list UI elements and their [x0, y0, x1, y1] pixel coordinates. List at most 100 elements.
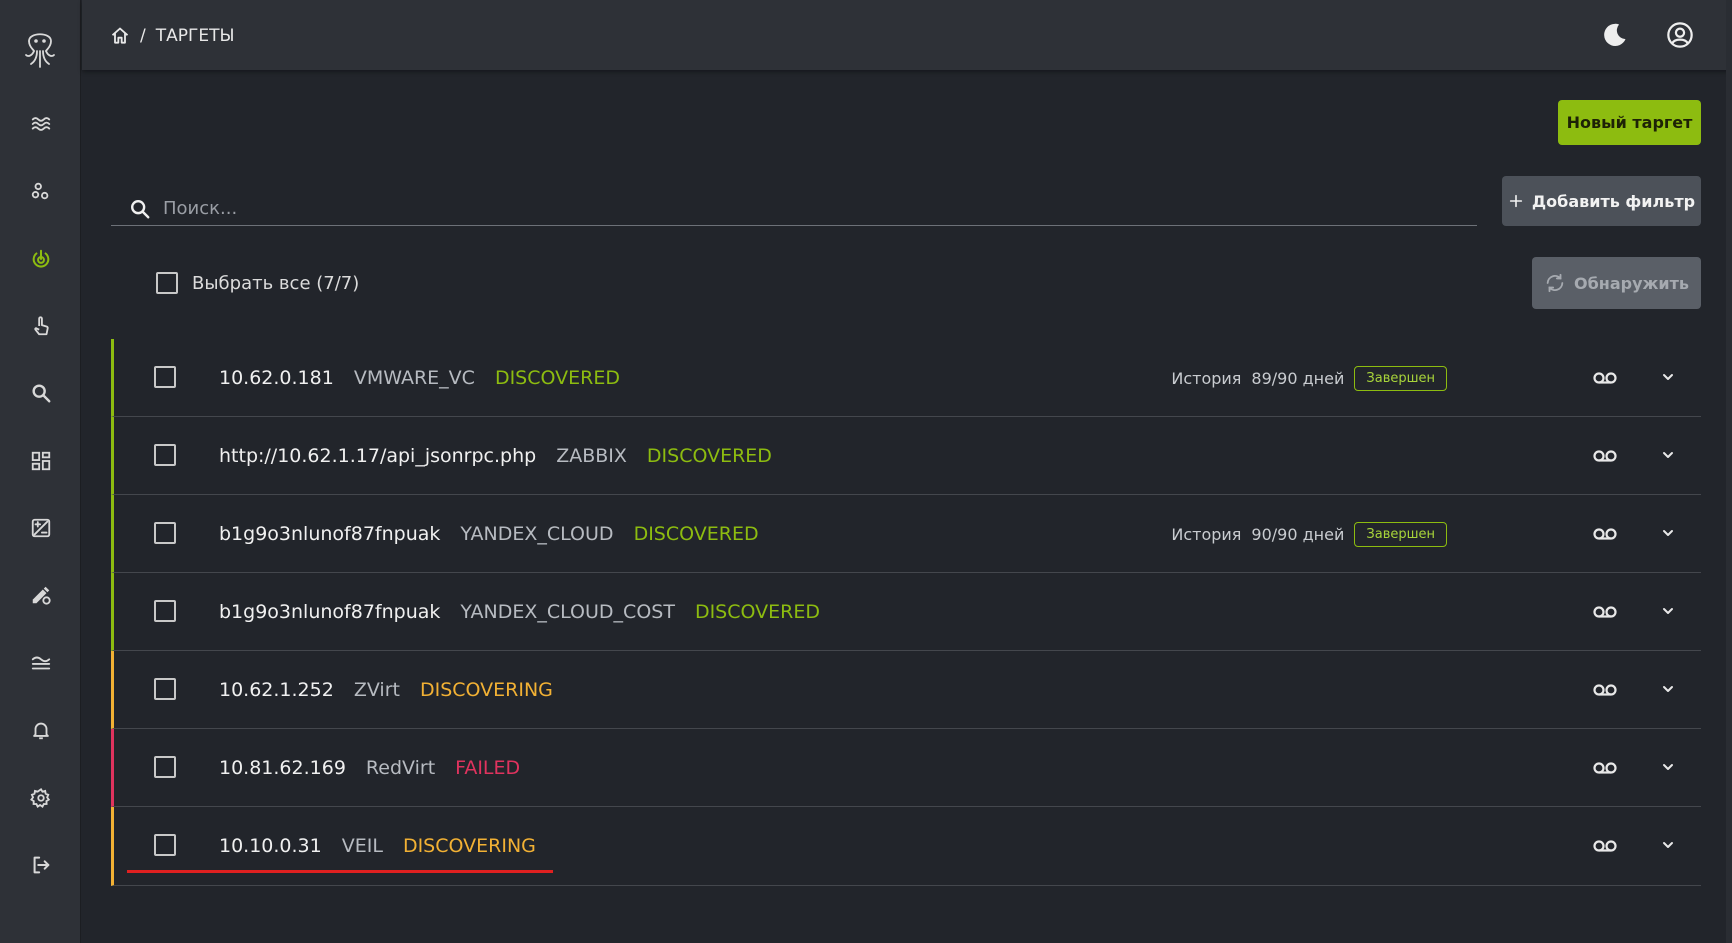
plus-icon [1509, 194, 1523, 208]
target-row[interactable]: 10.10.0.31 VEIL DISCOVERING [111, 807, 1701, 886]
target-checkbox[interactable] [154, 834, 176, 856]
page-title: ТАРГЕТЫ [155, 26, 235, 46]
new-target-button[interactable]: Новый таргет [1558, 100, 1701, 145]
breadcrumb-separator: / [140, 26, 146, 46]
target-info: b1g9o3nlunof87fnpuak YANDEX_CLOUD DISCOV… [219, 495, 759, 573]
search-nav-icon[interactable] [28, 380, 54, 406]
history-label: История [1171, 368, 1242, 388]
dashboard-icon[interactable] [28, 448, 54, 474]
target-checkbox[interactable] [154, 678, 176, 700]
new-target-label: Новый таргет [1566, 113, 1693, 132]
voicemail-icon[interactable] [1591, 443, 1619, 469]
target-name: b1g9o3nlunof87fnpuak [219, 523, 441, 545]
select-all-label: Выбрать все (7/7) [192, 272, 360, 294]
add-filter-button[interactable]: Добавить фильтр [1502, 176, 1701, 226]
target-row[interactable]: b1g9o3nlunof87fnpuak YANDEX_CLOUD_COST D… [111, 573, 1701, 651]
voicemail-icon[interactable] [1591, 599, 1619, 625]
target-checkbox[interactable] [154, 756, 176, 778]
select-all[interactable]: Выбрать все (7/7) [156, 270, 359, 296]
octopus-logo-icon[interactable] [22, 26, 58, 70]
chevron-down-icon[interactable] [1659, 445, 1677, 465]
search-input[interactable] [163, 198, 1363, 219]
select-all-checkbox[interactable] [156, 272, 178, 294]
history-value: 89/90 дней [1251, 368, 1345, 388]
target-status: DISCOVERING [402, 835, 536, 857]
target-status: DISCOVERED [633, 523, 759, 545]
target-checkbox[interactable] [154, 444, 176, 466]
search-bar [111, 192, 1477, 226]
page-scrollbar[interactable] [1726, 0, 1732, 943]
target-name: http://10.62.1.17/api_jsonrpc.php [219, 445, 537, 467]
layers-icon[interactable] [28, 650, 54, 676]
voicemail-icon[interactable] [1591, 677, 1619, 703]
sidebar [0, 0, 81, 943]
target-info: 10.62.0.181 VMWARE_VC DISCOVERED [219, 339, 620, 417]
header: / ТАРГЕТЫ [82, 0, 1732, 70]
target-status: DISCOVERED [646, 445, 772, 467]
target-row[interactable]: 10.62.1.252 ZVirt DISCOVERING [111, 651, 1701, 729]
target-status: FAILED [455, 757, 521, 779]
target-info: 10.81.62.169 RedVirt FAILED [219, 729, 520, 807]
target-type: ZVirt [353, 679, 400, 701]
target-name: 10.81.62.169 [219, 757, 346, 779]
history-info: История 90/90 дней Завершен [1171, 495, 1447, 573]
nodes-icon[interactable] [28, 178, 54, 204]
user-account-icon[interactable] [1666, 21, 1694, 49]
targets-power-icon[interactable] [28, 246, 54, 272]
target-type: VEIL [341, 835, 383, 857]
target-row[interactable]: b1g9o3nlunof87fnpuak YANDEX_CLOUD DISCOV… [111, 495, 1701, 573]
search-icon [131, 199, 150, 218]
status-badge: Завершен [1354, 365, 1447, 391]
voicemail-icon[interactable] [1591, 521, 1619, 547]
discover-label: Обнаружить [1573, 273, 1690, 293]
status-badge: Завершен [1354, 521, 1447, 547]
logout-icon[interactable] [28, 852, 54, 878]
target-type: ZABBIX [556, 445, 627, 467]
target-row[interactable]: 10.62.0.181 VMWARE_VC DISCOVERED История… [111, 339, 1701, 417]
chevron-down-icon[interactable] [1659, 835, 1677, 855]
breadcrumb: / ТАРГЕТЫ [110, 24, 235, 48]
target-info: http://10.62.1.17/api_jsonrpc.php ZABBIX… [219, 417, 772, 495]
chevron-down-icon[interactable] [1659, 601, 1677, 621]
target-status: DISCOVERED [494, 367, 620, 389]
chevron-down-icon[interactable] [1659, 523, 1677, 543]
home-icon[interactable] [110, 26, 130, 46]
target-type: YANDEX_CLOUD [460, 523, 614, 545]
chevron-down-icon[interactable] [1659, 367, 1677, 387]
target-checkbox[interactable] [154, 600, 176, 622]
chevron-down-icon[interactable] [1659, 757, 1677, 777]
history-info: История 89/90 дней Завершен [1171, 339, 1447, 417]
target-checkbox[interactable] [154, 366, 176, 388]
history-label: История [1171, 524, 1242, 544]
target-type: VMWARE_VC [353, 367, 475, 389]
touch-hand-icon[interactable] [28, 313, 54, 339]
add-filter-label: Добавить фильтр [1531, 191, 1696, 211]
target-type: RedVirt [365, 757, 436, 779]
voicemail-icon[interactable] [1591, 755, 1619, 781]
theme-moon-icon[interactable] [1601, 21, 1629, 49]
history-value: 90/90 дней [1251, 524, 1345, 544]
target-name: 10.62.0.181 [219, 367, 334, 389]
target-status: DISCOVERING [419, 679, 553, 701]
refresh-icon [1546, 273, 1564, 293]
target-row[interactable]: http://10.62.1.17/api_jsonrpc.php ZABBIX… [111, 417, 1701, 495]
gear-icon[interactable] [28, 785, 54, 811]
waves-icon[interactable] [28, 111, 54, 137]
chevron-down-icon[interactable] [1659, 679, 1677, 699]
target-type: YANDEX_CLOUD_COST [460, 601, 675, 623]
red-underline-annotation [127, 870, 553, 873]
target-info: 10.62.1.252 ZVirt DISCOVERING [219, 651, 553, 729]
target-name: 10.10.0.31 [219, 835, 322, 857]
target-row[interactable]: 10.81.62.169 RedVirt FAILED [111, 729, 1701, 807]
target-name: 10.62.1.252 [219, 679, 334, 701]
bell-icon[interactable] [28, 717, 54, 743]
voicemail-icon[interactable] [1591, 833, 1619, 859]
voicemail-icon[interactable] [1591, 365, 1619, 391]
target-list: 10.62.0.181 VMWARE_VC DISCOVERED История… [111, 339, 1701, 886]
target-checkbox[interactable] [154, 522, 176, 544]
target-name: b1g9o3nlunof87fnpuak [219, 601, 441, 623]
target-status: DISCOVERED [694, 601, 820, 623]
diff-icon[interactable] [28, 515, 54, 541]
pencil-gear-icon[interactable] [28, 582, 54, 608]
discover-button[interactable]: Обнаружить [1532, 257, 1701, 309]
